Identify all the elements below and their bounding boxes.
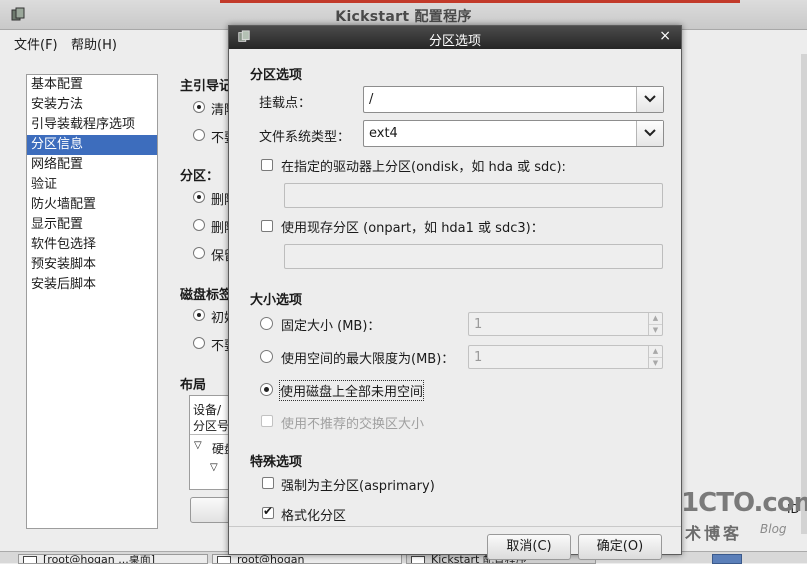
close-icon[interactable]: ×: [659, 28, 671, 44]
fixed-size-spinner[interactable]: 1 ▲ ▼: [468, 312, 663, 336]
titlebar-accent: [220, 0, 740, 3]
watermark-logo: 51CTO.com: [664, 488, 807, 518]
scrollbar[interactable]: [801, 54, 807, 534]
category-item[interactable]: 预安装脚本: [27, 255, 157, 275]
category-item[interactable]: 基本配置: [27, 75, 157, 95]
category-item[interactable]: 引导装载程序选项: [27, 115, 157, 135]
partition-remove-all-radio[interactable]: [193, 191, 205, 203]
spin-down-icon[interactable]: ▼: [649, 324, 662, 335]
fill-disk-radio[interactable]: [260, 383, 273, 396]
ondisk-checkbox[interactable]: [261, 159, 273, 171]
format-label: 格式化分区: [281, 509, 347, 524]
category-item[interactable]: 验证: [27, 175, 157, 195]
spin-up-icon[interactable]: ▲: [649, 313, 662, 324]
ondisk-input[interactable]: [284, 183, 663, 208]
fstype-value: ext4: [369, 126, 398, 141]
category-item[interactable]: 安装方法: [27, 95, 157, 115]
onpart-input[interactable]: [284, 244, 663, 269]
section-special-options: 特殊选项: [250, 455, 303, 470]
mbr-keep-radio[interactable]: [193, 129, 205, 141]
menu-help[interactable]: 帮助(H): [71, 34, 117, 53]
dialog-titlebar: 分区选项 ×: [229, 26, 681, 49]
chevron-down-icon[interactable]: [636, 121, 663, 146]
ok-button[interactable]: 确定(O): [578, 534, 662, 560]
fixed-size-radio[interactable]: [260, 317, 273, 330]
fixed-size-value: 1: [474, 317, 483, 332]
expander-down-icon[interactable]: ▽: [210, 462, 218, 473]
asprimary-label: 强制为主分区(asprimary): [281, 479, 435, 494]
category-item[interactable]: 网络配置: [27, 155, 157, 175]
spin-down-icon[interactable]: ▼: [649, 357, 662, 368]
asprimary-checkbox[interactable]: [262, 477, 274, 489]
category-item[interactable]: 分区信息: [27, 135, 157, 155]
fstype-combo[interactable]: ext4: [363, 120, 664, 147]
category-list: 基本配置 安装方法 引导装载程序选项 分区信息 网络配置 验证 防火墙配置 显示配置 软件包选择…: [26, 74, 158, 529]
max-size-spinner[interactable]: 1 ▲ ▼: [468, 345, 663, 369]
partition-heading: 分区：: [180, 169, 220, 184]
category-item[interactable]: 防火墙配置: [27, 195, 157, 215]
watermark: 51CTO.com 技术博客 Blog: [664, 488, 807, 543]
mount-point-value: /: [369, 92, 374, 107]
category-item[interactable]: 软件包选择: [27, 235, 157, 255]
recommended-swap-checkbox[interactable]: [261, 415, 273, 427]
max-size-label: 使用空间的最大限度为(MB)：: [281, 352, 455, 367]
format-checkbox[interactable]: ✔: [262, 504, 274, 519]
section-size-options: 大小选项: [250, 293, 303, 308]
fstype-label: 文件系统类型：: [259, 130, 351, 145]
max-size-radio[interactable]: [260, 350, 273, 363]
layout-heading: 布局: [180, 378, 207, 393]
section-partition-options: 分区选项: [250, 68, 303, 83]
partition-options-dialog: 分区选项 × 分区选项 挂载点： / 文件系统类型： ext4 在指定的驱动器上…: [228, 25, 682, 560]
partition-keep-radio[interactable]: [193, 247, 205, 259]
window-title: Kickstart 配置程序: [335, 9, 472, 25]
recommended-swap-label: 使用不推荐的交换区大小: [281, 417, 425, 432]
category-item[interactable]: 安装后脚本: [27, 275, 157, 295]
expander-down-icon[interactable]: ▽: [194, 440, 202, 451]
disklabel-heading: 磁盘标签: [180, 288, 233, 303]
category-item[interactable]: 显示配置: [27, 215, 157, 235]
layout-col-device: 设备/: [193, 403, 222, 417]
onpart-checkbox[interactable]: [261, 220, 273, 232]
partition-remove-linux-radio[interactable]: [193, 219, 205, 231]
mbr-clear-radio[interactable]: [193, 101, 205, 113]
right-panel: [683, 54, 807, 534]
mbr-heading: 主引导记: [180, 79, 233, 94]
fixed-size-label: 固定大小 (MB)：: [281, 319, 381, 334]
fill-disk-label: 使用磁盘上全部未用空间: [278, 380, 425, 401]
ondisk-label: 在指定的驱动器上分区(ondisk，如 hda 或 sdc):: [281, 160, 566, 175]
onpart-label: 使用现存分区 (onpart，如 hda1 或 sdc3)：: [281, 221, 544, 236]
disklabel-skip-radio[interactable]: [193, 337, 205, 349]
menu-file[interactable]: 文件(F): [14, 34, 58, 53]
dialog-divider: [229, 526, 681, 527]
dialog-title: 分区选项: [428, 34, 481, 49]
chevron-down-icon[interactable]: [636, 87, 663, 112]
cancel-button[interactable]: 取消(C): [487, 534, 571, 560]
checkmark-icon: ✔: [263, 504, 274, 518]
spin-up-icon[interactable]: ▲: [649, 346, 662, 357]
max-size-value: 1: [474, 350, 483, 365]
watermark-blog: Blog: [760, 522, 787, 536]
disklabel-init-radio[interactable]: [193, 309, 205, 321]
mount-point-combo[interactable]: /: [363, 86, 664, 113]
mount-point-label: 挂载点：: [259, 96, 312, 111]
layout-col-partition: 分区号: [193, 419, 230, 433]
